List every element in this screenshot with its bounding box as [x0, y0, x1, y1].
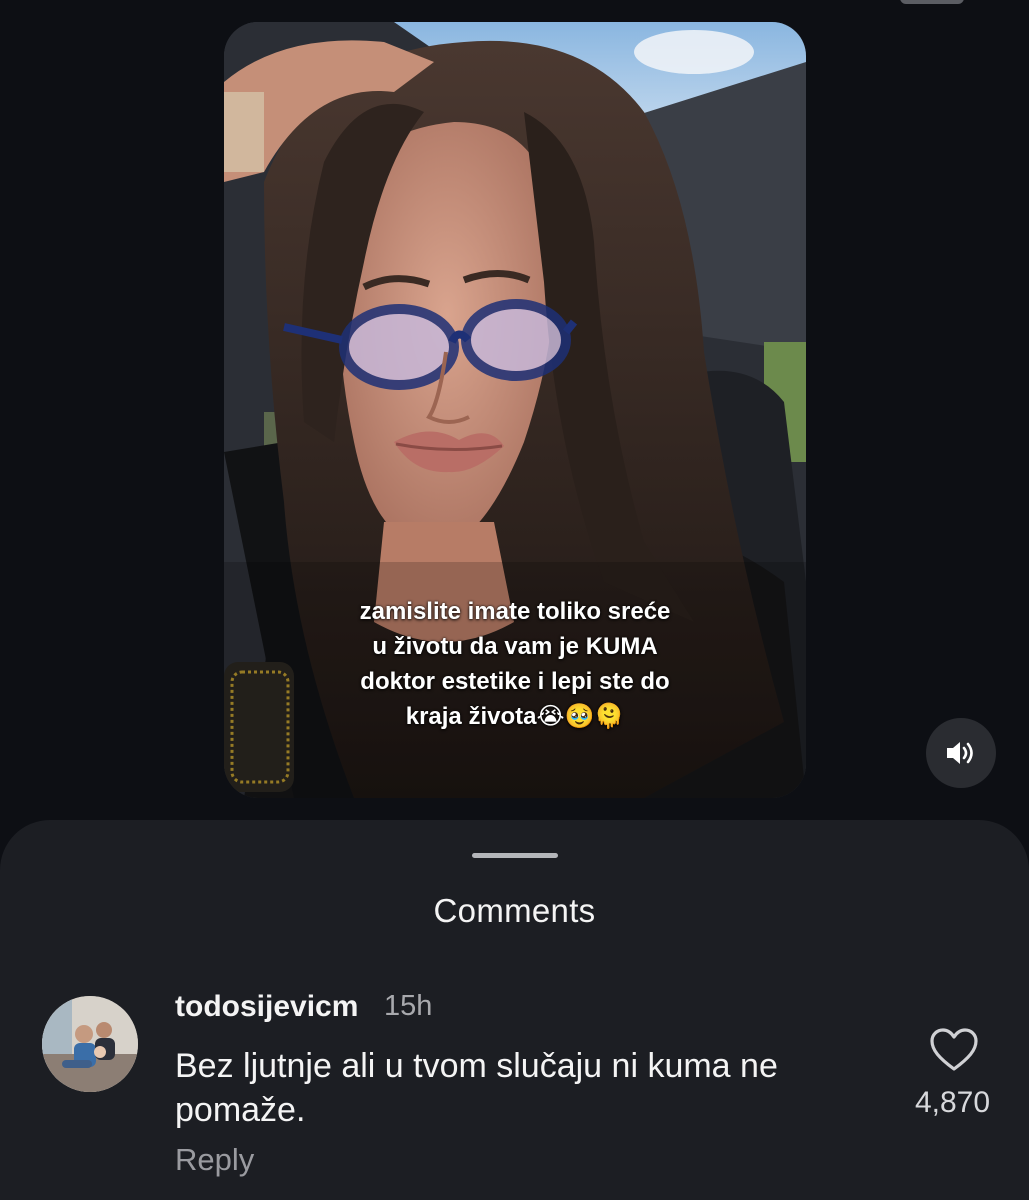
video-caption: zamislite imate toliko sreće u životu da…	[359, 598, 671, 730]
comment-text: Bez ljutnje ali u tvom slučaju ni kuma n…	[175, 1047, 778, 1129]
comments-sheet	[0, 820, 1029, 1200]
video-player[interactable]: zamislite imate toliko sreće u životu da…	[224, 22, 806, 798]
comment-timestamp: 15h	[384, 990, 433, 1022]
avatar-image	[42, 996, 138, 1092]
comment-username[interactable]: todosijevicm	[175, 990, 358, 1024]
comments-title: Comments	[433, 892, 596, 929]
avatar[interactable]	[42, 996, 138, 1092]
like-count: 4,870	[914, 1086, 991, 1119]
reply-button[interactable]: Reply	[175, 1142, 254, 1178]
heart-outline-icon[interactable]	[929, 1027, 979, 1073]
speaker-icon	[947, 742, 973, 764]
status-pill	[900, 0, 964, 4]
sound-toggle-button[interactable]	[926, 718, 996, 788]
sheet-drag-handle[interactable]	[472, 853, 558, 858]
reel-screen: zamislite imate toliko sreće u životu da…	[0, 0, 1029, 1200]
